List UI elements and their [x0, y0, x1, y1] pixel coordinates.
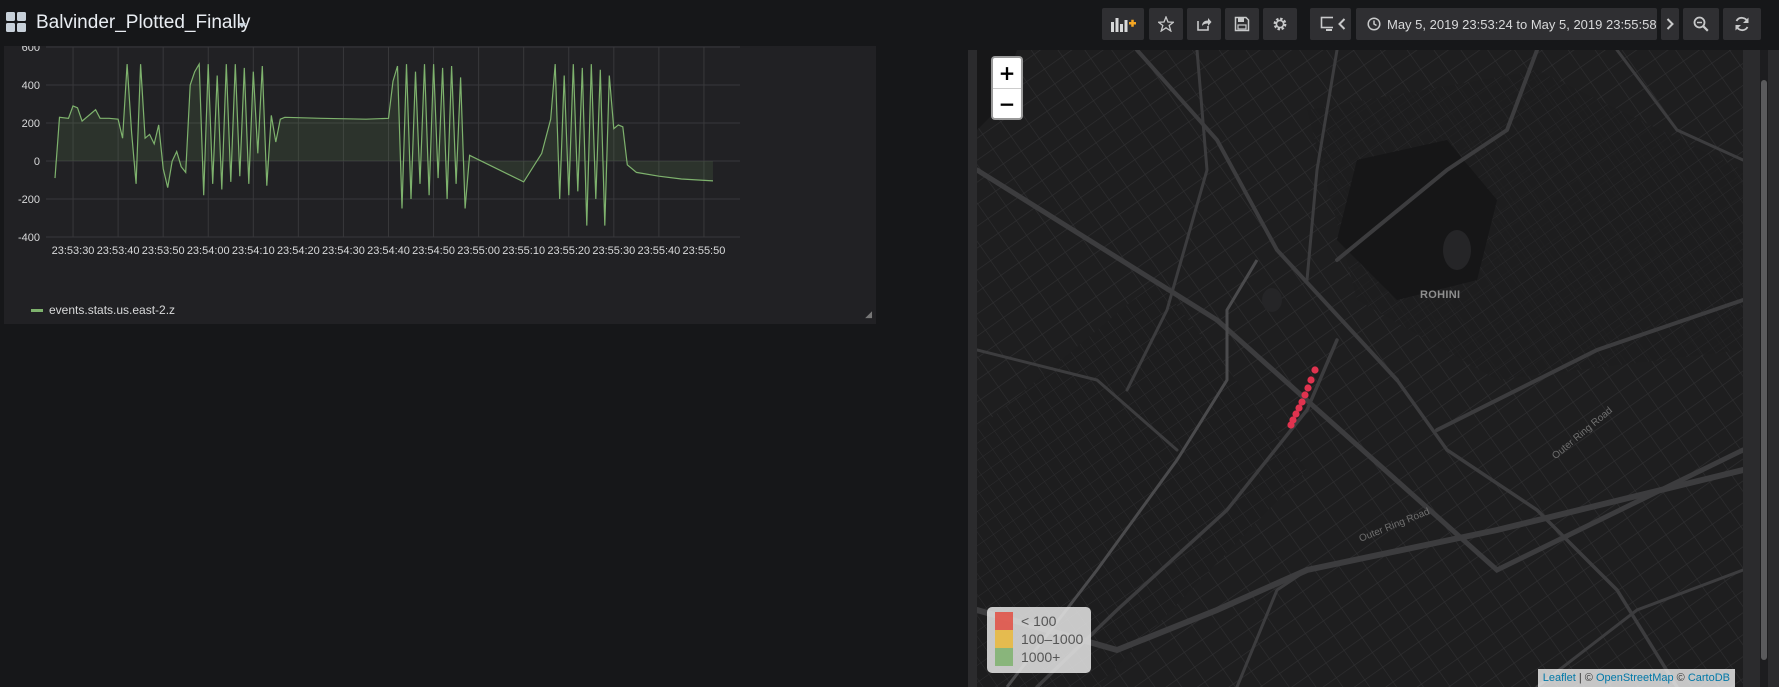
map-tiles [977, 50, 1743, 687]
x-tick-label: 23:54:40 [367, 245, 410, 257]
legend-swatch [995, 612, 1013, 630]
attribution-separator: © [1673, 672, 1688, 684]
x-tick-label: 23:54:50 [412, 245, 455, 257]
x-tick-label: 23:54:00 [187, 245, 230, 257]
legend-label: 1000+ [1021, 649, 1061, 665]
top-navbar: Balvinder_Plotted_Finally May 5, 2019 23… [0, 0, 1779, 50]
time-range-picker[interactable]: May 5, 2019 23:53:24 to May 5, 2019 23:5… [1356, 8, 1657, 40]
graph-panel: 600 400 200 0 -200 -400 23:53:30 23:53:40 23:53:… [4, 46, 876, 324]
panel-resize-handle[interactable]: ◢ [865, 309, 872, 320]
share-button[interactable] [1187, 8, 1221, 40]
legend-label: 100–1000 [1021, 631, 1084, 647]
x-tick-label: 23:54:10 [232, 245, 275, 257]
x-tick-label: 23:55:40 [637, 245, 680, 257]
x-tick-label: 23:53:30 [52, 245, 95, 257]
legend-label: < 100 [1021, 613, 1057, 629]
map-area-label: ROHINI [1420, 289, 1461, 301]
save-icon [1234, 16, 1250, 32]
zoom-in-button[interactable]: + [993, 58, 1021, 89]
worldmap[interactable]: ROHINI Outer Ring Road Outer Ring Road +… [977, 50, 1743, 687]
x-tick-label: 23:53:40 [97, 245, 140, 257]
time-forward-button[interactable] [1661, 8, 1679, 40]
x-tick-label: 23:55:00 [457, 245, 500, 257]
dashboard-grid-icon[interactable] [6, 12, 28, 34]
gear-icon [1273, 17, 1287, 31]
dashboard-title[interactable]: Balvinder_Plotted_Finally [36, 12, 250, 34]
chevron-right-icon [1666, 18, 1674, 30]
time-range-label: May 5, 2019 23:53:24 to May 5, 2019 23:5… [1387, 16, 1657, 32]
cartodb-link[interactable]: CartoDB [1688, 672, 1730, 684]
openstreetmap-link[interactable]: OpenStreetMap [1596, 672, 1674, 684]
y-tick-label: -400 [18, 232, 40, 244]
chevron-down-icon[interactable] [238, 23, 246, 28]
legend-series-label[interactable]: events.stats.us.east-2.z [49, 303, 175, 317]
x-tick-label: 23:53:50 [142, 245, 185, 257]
legend-row: < 100 [995, 612, 1091, 630]
y-tick-label: 400 [22, 80, 40, 92]
legend-row: 1000+ [995, 648, 1091, 666]
y-tick-label: 600 [22, 46, 40, 54]
attribution-separator: | © [1575, 672, 1596, 684]
legend-series-swatch [31, 308, 43, 312]
magnifier-icon [1693, 16, 1709, 32]
legend-swatch [995, 630, 1013, 648]
star-icon [1158, 16, 1174, 32]
y-tick-label: 0 [34, 156, 40, 168]
legend-swatch [995, 648, 1013, 666]
graph-legend[interactable]: events.stats.us.east-2.z [31, 303, 175, 317]
y-tick-label: -200 [18, 194, 40, 206]
legend-row: 100–1000 [995, 630, 1091, 648]
x-tick-label: 23:55:50 [683, 245, 726, 257]
chevron-left-icon [1338, 18, 1346, 30]
star-button[interactable] [1149, 8, 1183, 40]
add-panel-button[interactable] [1102, 8, 1144, 40]
zoom-out-time-button[interactable] [1683, 8, 1719, 40]
map-legend: < 100 100–1000 1000+ [987, 607, 1091, 673]
leaflet-link[interactable]: Leaflet [1543, 672, 1576, 684]
x-tick-label: 23:54:30 [322, 245, 365, 257]
settings-button[interactable] [1263, 8, 1297, 40]
clock-icon [1367, 17, 1381, 31]
zoom-out-button[interactable]: − [993, 89, 1021, 119]
time-series-chart[interactable]: 600 400 200 0 -200 -400 23:53:30 23:53:40 23:53:… [4, 46, 876, 296]
refresh-button[interactable] [1723, 8, 1761, 40]
share-icon [1197, 18, 1212, 31]
refresh-icon [1735, 16, 1749, 32]
add-panel-icon [1111, 18, 1136, 32]
map-attribution: Leaflet | © OpenStreetMap © CartoDB [1537, 669, 1735, 687]
x-tick-label: 23:55:20 [547, 245, 590, 257]
x-tick-label: 23:55:10 [502, 245, 545, 257]
x-tick-label: 23:55:30 [592, 245, 635, 257]
time-back-button[interactable] [1333, 8, 1351, 40]
x-tick-label: 23:54:20 [277, 245, 320, 257]
save-button[interactable] [1225, 8, 1259, 40]
map-zoom-control: + − [991, 56, 1023, 120]
y-tick-label: 200 [22, 118, 40, 130]
page-scrollbar-thumb[interactable] [1761, 80, 1767, 660]
